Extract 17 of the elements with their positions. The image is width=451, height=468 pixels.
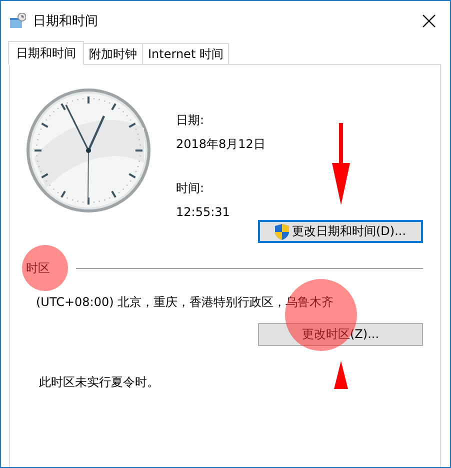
time-value: 12:55:31 [176, 204, 231, 220]
date-value: 2018年8月12日 [176, 136, 266, 152]
change-timezone-button[interactable]: 更改时区(Z)... [258, 323, 423, 346]
change-datetime-button[interactable]: 更改日期和时间(D)... [258, 220, 423, 243]
calendar-clock-icon [10, 12, 26, 28]
timezone-text: (UTC+08:00) 北京，重庆，香港特别行政区，乌鲁木齐 [35, 294, 335, 311]
time-label: 时间: [176, 180, 206, 196]
section-title: 时区 [26, 260, 50, 277]
tab[interactable]: 日期和时间 [8, 41, 84, 65]
window-title: 日期和时间 [33, 12, 98, 30]
dst-note: 此时区未实行夏令时。 [39, 374, 159, 391]
date-label: 日期: [176, 112, 206, 128]
tab[interactable]: Internet 时间 [142, 43, 230, 64]
highlight-circle [22, 245, 68, 291]
shield-icon [274, 224, 289, 240]
close-icon [422, 14, 436, 28]
up-arrow [334, 361, 348, 389]
